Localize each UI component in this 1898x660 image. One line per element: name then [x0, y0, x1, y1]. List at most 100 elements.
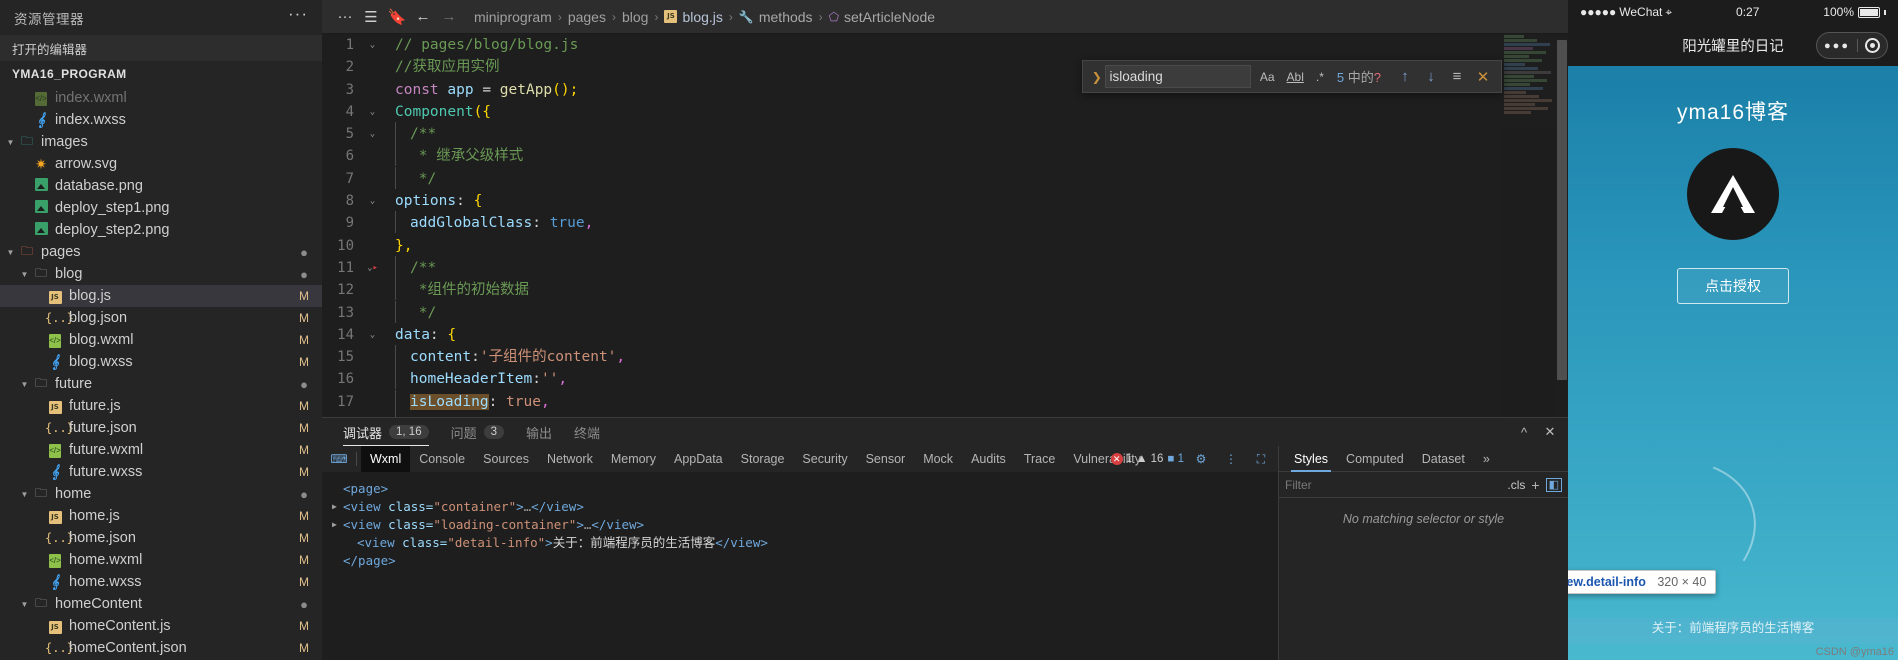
- devtools-tab-network[interactable]: Network: [538, 446, 602, 472]
- find-widget[interactable]: ❯ isloading Aa Abl .* 5 中的? ↑ ↓ ≡ ✕: [1082, 60, 1502, 93]
- tab-dataset[interactable]: Dataset: [1413, 446, 1474, 472]
- sidebar-toggle-icon[interactable]: ◧: [1545, 477, 1562, 492]
- gear-icon[interactable]: ⚙: [1188, 448, 1214, 470]
- kebab-icon[interactable]: ⋮: [1218, 448, 1244, 470]
- chevron-down-icon[interactable]: ▼: [4, 138, 17, 147]
- wxml-node[interactable]: ▶ <view class= "loading-container" >… </view…: [332, 516, 1278, 534]
- list-icon[interactable]: ☰: [358, 2, 384, 32]
- tree-file[interactable]: 𝄞 index.wxss: [0, 109, 322, 131]
- panel-tab-terminal[interactable]: 终端: [563, 418, 611, 446]
- tree-folder[interactable]: ▼ 🗀 homeContent ●: [0, 593, 322, 615]
- code-line[interactable]: 16 homeHeaderItem:'',: [322, 367, 1568, 390]
- code-line[interactable]: 14 ⌄ data: {: [322, 324, 1568, 346]
- tree-file[interactable]: JS blog.js M: [0, 285, 322, 307]
- tab-computed[interactable]: Computed: [1337, 446, 1413, 472]
- tree-file[interactable]: </> index.wxml: [0, 87, 322, 109]
- cls-button[interactable]: .cls: [1507, 478, 1525, 492]
- tree-file[interactable]: deploy_step1.png: [0, 197, 322, 219]
- expand-triangle-icon[interactable]: ▶: [332, 498, 343, 516]
- tree-file[interactable]: database.png: [0, 175, 322, 197]
- tree-file[interactable]: {..} future.json M: [0, 417, 322, 439]
- tree-file[interactable]: 𝄞 blog.wxss M: [0, 351, 322, 373]
- match-word-icon[interactable]: Abl: [1284, 68, 1307, 86]
- chevron-down-icon[interactable]: ▼: [18, 600, 31, 609]
- file-tree[interactable]: </> index.wxml 𝄞 index.wxss ▼ 🗀 images ✷ arrow.s…: [0, 87, 322, 660]
- panel-tab-output[interactable]: 输出: [515, 418, 563, 446]
- fold-chevron-icon[interactable]: ⌄: [364, 190, 381, 212]
- devtools-tabbar[interactable]: ⌨ Wxml Console Sources Network Memory AppData S…: [322, 446, 1278, 472]
- dock-icon[interactable]: ⛶: [1248, 448, 1274, 470]
- project-root-section[interactable]: YMA16_PROGRAM: [0, 61, 322, 87]
- devtools-tab-sensor[interactable]: Sensor: [857, 446, 915, 472]
- element-picker-icon[interactable]: ⌨: [326, 448, 352, 470]
- bookmark-icon[interactable]: 🔖: [384, 2, 410, 32]
- breadcrumb-item-miniprogram[interactable]: miniprogram: [472, 9, 554, 25]
- code-line[interactable]: 12 *组件的初始数据: [322, 278, 1568, 301]
- devtools-tab-security[interactable]: Security: [793, 446, 856, 472]
- auth-button[interactable]: 点击授权: [1677, 268, 1789, 304]
- chevron-down-icon[interactable]: ▼: [18, 270, 31, 279]
- chevron-down-icon[interactable]: ▼: [4, 248, 17, 257]
- devtools-tab-sources[interactable]: Sources: [474, 446, 538, 472]
- tree-file[interactable]: deploy_step2.png: [0, 219, 322, 241]
- arrow-right-icon[interactable]: →: [436, 2, 462, 32]
- tree-file[interactable]: </> future.wxml M: [0, 439, 322, 461]
- code-line[interactable]: 13 */: [322, 300, 1568, 324]
- fold-chevron-icon[interactable]: ⌄: [364, 123, 381, 145]
- panel-tab-problems[interactable]: 问题 3: [440, 418, 515, 446]
- arrow-up-icon[interactable]: ↑: [1393, 65, 1417, 89]
- warning-count[interactable]: ▲ 16: [1136, 453, 1163, 465]
- tree-file[interactable]: {..} home.json M: [0, 527, 322, 549]
- fold-chevron-icon[interactable]: ⌄: [364, 101, 381, 123]
- arrow-down-icon[interactable]: ↓: [1419, 65, 1443, 89]
- styles-tabbar[interactable]: Styles Computed Dataset »: [1279, 446, 1568, 472]
- scrollbar-thumb[interactable]: [1557, 40, 1567, 380]
- code-line[interactable]: 9 addGlobalClass: true,: [322, 211, 1568, 234]
- code-line[interactable]: 11 ⌄▸ /**: [322, 255, 1568, 279]
- wxml-node[interactable]: ▶ <view class= "container" >… </view>: [332, 498, 1278, 516]
- capsule-dots-icon[interactable]: ●●●: [1824, 40, 1850, 52]
- chevron-up-icon[interactable]: ^: [1514, 422, 1534, 442]
- tree-file[interactable]: </> home.wxml M: [0, 549, 322, 571]
- selection-find-icon[interactable]: ≡: [1445, 65, 1469, 89]
- open-editors-section[interactable]: 打开的编辑器: [0, 35, 322, 61]
- tree-file[interactable]: {..} homeContent.json M: [0, 637, 322, 659]
- close-icon[interactable]: ✕: [1540, 422, 1560, 442]
- devtools-tab-appdata[interactable]: AppData: [665, 446, 732, 472]
- minimap[interactable]: [1500, 34, 1556, 417]
- tree-file[interactable]: 𝄞 home.wxss M: [0, 571, 322, 593]
- code-line[interactable]: 18article: {'key':12},: [322, 412, 1568, 417]
- chevron-down-icon[interactable]: ▼: [18, 490, 31, 499]
- tree-folder[interactable]: ▼ 🗀 images: [0, 131, 322, 153]
- code-line[interactable]: 15 content:'子组件的content',: [322, 345, 1568, 368]
- code-line[interactable]: 7 */: [322, 166, 1568, 190]
- tree-folder[interactable]: ▼ 🗀 future ●: [0, 373, 322, 395]
- tree-folder[interactable]: ▼ 🗀 blog ●: [0, 263, 322, 285]
- filter-input[interactable]: Filter: [1285, 478, 1501, 492]
- wxml-tree[interactable]: <page> ▶ <view class= "container" >… </view> ▶…: [322, 472, 1278, 660]
- breadcrumb-item-methods[interactable]: 🔧 methods: [737, 9, 815, 25]
- error-count[interactable]: ✕ 1: [1110, 453, 1132, 465]
- code-line[interactable]: 8 ⌄ options: {: [322, 190, 1568, 212]
- tab-styles[interactable]: Styles: [1285, 446, 1337, 472]
- breadcrumb[interactable]: miniprogram › pages › blog › JS blog.js › 🔧 method…: [472, 9, 937, 25]
- code-line[interactable]: 6 * 继承父级样式: [322, 144, 1568, 167]
- devtools-tab-storage[interactable]: Storage: [732, 446, 794, 472]
- find-input[interactable]: isloading: [1104, 65, 1251, 88]
- tree-file[interactable]: ✷ arrow.svg: [0, 153, 322, 175]
- wxml-node[interactable]: </page>: [332, 552, 1278, 570]
- code-line[interactable]: 1 ⌄ // pages/blog/blog.js: [322, 34, 1568, 56]
- editor-scrollbar[interactable]: [1556, 34, 1568, 417]
- close-icon[interactable]: ✕: [1471, 65, 1495, 89]
- code-line[interactable]: 10},: [322, 235, 1568, 257]
- panel-tab-debugger[interactable]: 调试器 1, 16: [332, 418, 440, 446]
- tree-file[interactable]: 𝄞 future.wxss M: [0, 461, 322, 483]
- breadcrumb-item-blog[interactable]: blog: [620, 9, 650, 25]
- devtools-tab-console[interactable]: Console: [410, 446, 474, 472]
- devtools-tab-audits[interactable]: Audits: [962, 446, 1015, 472]
- tree-file[interactable]: {..} blog.json M: [0, 307, 322, 329]
- wxml-node[interactable]: <view class= "detail-info" > 关于：前端程序员的生活博客 <…: [332, 534, 1278, 552]
- tree-file[interactable]: </> blog.wxml M: [0, 329, 322, 351]
- tree-folder[interactable]: ▼ 🗀 home ●: [0, 483, 322, 505]
- info-count[interactable]: ■ 1: [1167, 453, 1184, 465]
